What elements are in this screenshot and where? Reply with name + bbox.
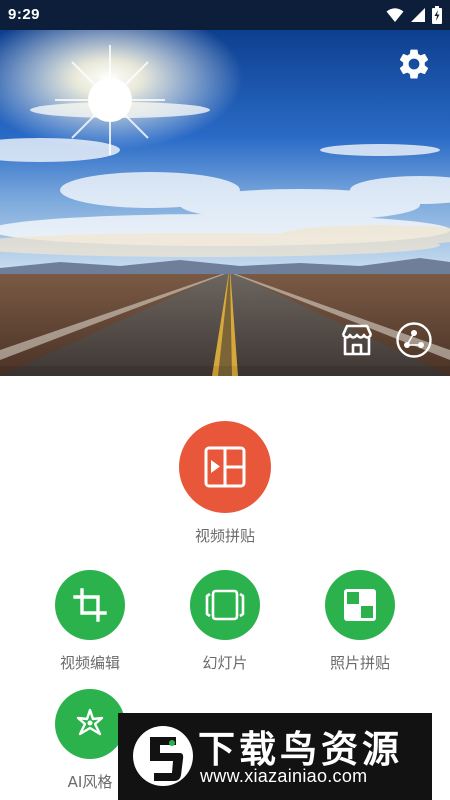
watermark-title: 下载鸟资源 xyxy=(198,728,403,771)
status-time: 9:29 xyxy=(8,6,41,23)
slideshow-button[interactable]: 幻灯片 xyxy=(180,570,270,673)
hero-banner xyxy=(0,30,450,376)
store-button[interactable] xyxy=(335,318,379,362)
ai-style-circle xyxy=(55,689,125,759)
app-screen: 9:29 视频拼贴 视频编辑 幻灯片 照片拼贴 AI风格 下载鸟资源 www.x… xyxy=(0,0,450,800)
store-icon xyxy=(341,324,373,356)
slideshow-label: 幻灯片 xyxy=(202,654,248,672)
share-icon xyxy=(396,322,432,358)
watermark-url: www.xiazainiao.com xyxy=(200,766,368,786)
status-icons xyxy=(386,6,442,24)
sparkle-icon xyxy=(76,708,104,736)
watermark-banner: 下载鸟资源 www.xiazainiao.com xyxy=(118,713,432,800)
settings-button[interactable] xyxy=(392,42,436,86)
gear-icon xyxy=(399,49,429,79)
video-collage-circle xyxy=(179,421,271,513)
video-collage-button[interactable]: 视频拼贴 xyxy=(165,421,285,546)
video-edit-button[interactable]: 视频编辑 xyxy=(45,570,135,673)
crop-icon xyxy=(73,588,107,622)
video-edit-circle xyxy=(55,570,125,640)
signal-icon xyxy=(411,8,425,22)
video-edit-label: 视频编辑 xyxy=(59,654,120,672)
hero-road-image xyxy=(0,30,450,376)
photo-collage-circle xyxy=(325,570,395,640)
video-collage-label: 视频拼贴 xyxy=(194,527,255,545)
collage-play-icon xyxy=(204,446,246,488)
photo-collage-button[interactable]: 照片拼贴 xyxy=(315,570,405,673)
slides-icon xyxy=(205,589,245,621)
bird-logo-icon xyxy=(133,726,193,786)
share-button[interactable] xyxy=(392,318,436,362)
slideshow-circle xyxy=(190,570,260,640)
status-bar: 9:29 xyxy=(0,0,450,30)
photo-collage-label: 照片拼贴 xyxy=(329,654,390,672)
photo-grid-icon xyxy=(344,589,376,621)
wifi-icon xyxy=(386,8,404,22)
battery-charging-icon xyxy=(432,6,442,24)
